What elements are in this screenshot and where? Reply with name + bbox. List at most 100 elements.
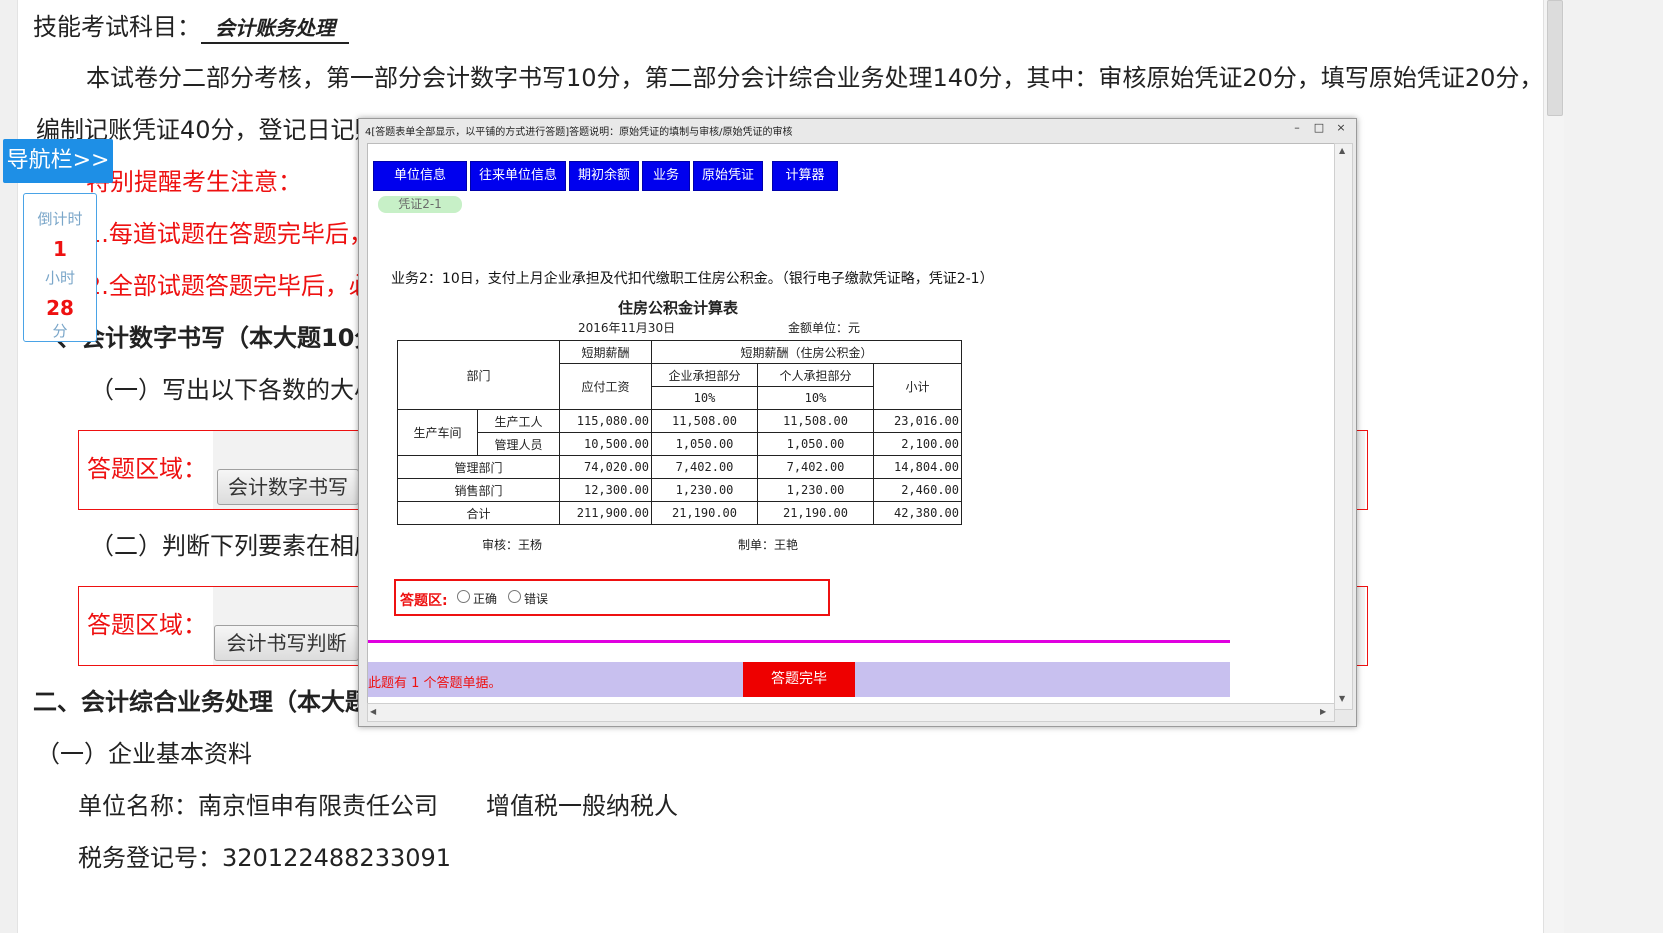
subject-value: 会计账务处理: [201, 16, 349, 44]
tab-unit-info[interactable]: 单位信息: [373, 161, 467, 191]
row-workshop: 生产车间: [397, 409, 478, 456]
cell-dept: 合计: [397, 501, 560, 525]
cell-payable: 115,080.00: [559, 409, 652, 433]
countdown-minutes-unit: 分: [52, 322, 68, 340]
cell-corp: 1,050.00: [651, 432, 758, 456]
tab-partner-info[interactable]: 往来单位信息: [470, 161, 566, 191]
page-scrollbar[interactable]: [1543, 0, 1564, 933]
dialog-footer-bar: 此题有 1 个答题单据。 答题完毕: [368, 662, 1230, 697]
document-count-note: 此题有 1 个答题单据。: [368, 676, 502, 691]
answer-area-2-label: 答题区域：: [87, 611, 207, 639]
countdown-timer: 倒计时 1 小时 28 分: [23, 193, 97, 342]
answer-area-label: 答题区:: [400, 593, 448, 609]
dialog-title: 4[答题表单全部显示，以平铺的方式进行答题]答题说明：原始凭证的填制与审核/原始…: [365, 127, 793, 138]
section-2-subheading: （一）企业基本资料: [36, 740, 252, 768]
section-1-question-2: （二）判断下列要素在相应: [90, 532, 378, 560]
subject-row: 技能考试科目： 会计账务处理: [33, 15, 349, 44]
tab-calculator[interactable]: 计算器: [772, 161, 838, 191]
business-description: 业务2：10日，支付上月企业承担及代扣代缴职工住房公积金。（银行电子缴款凭证略，…: [391, 271, 994, 287]
cell-personal: 1,050.00: [757, 432, 874, 456]
scroll-right-icon[interactable]: ▶: [1320, 707, 1326, 716]
header-corp-rate: 10%: [651, 386, 758, 410]
cell-subtotal: 2,100.00: [873, 432, 962, 456]
cell-payable: 12,300.00: [559, 478, 652, 502]
countdown-label: 倒计时: [37, 210, 83, 228]
cell-personal: 21,190.00: [757, 501, 874, 525]
header-personal-rate: 10%: [757, 386, 874, 410]
voucher-tag[interactable]: 凭证2-1: [378, 196, 462, 213]
table-row: 管理部门 74,020.00 7,402.00 7,402.00 14,804.…: [397, 455, 962, 479]
cell-dept: 销售部门: [397, 478, 560, 502]
header-personal: 个人承担部分: [757, 363, 874, 387]
table-row: 生产车间 生产工人 115,080.00 11,508.00 11,508.00…: [397, 409, 962, 456]
cell-personal: 7,402.00: [757, 455, 874, 479]
header-payable: 应付工资: [559, 363, 652, 410]
page-scrollbar-thumb[interactable]: [1547, 0, 1563, 116]
radio-correct[interactable]: [457, 590, 470, 603]
dialog-vertical-scrollbar[interactable]: ▲ ▼: [1334, 143, 1353, 710]
countdown-hours: 1: [53, 237, 67, 261]
finish-answer-button[interactable]: 答题完毕: [743, 662, 855, 697]
cell-payable: 74,020.00: [559, 455, 652, 479]
cell-corp: 1,230.00: [651, 478, 758, 502]
intro-line-1: 本试卷分二部分考核，第一部分会计数字书写10分，第二部分会计综合业务处理140分…: [86, 64, 1544, 92]
maximize-icon[interactable]: □: [1311, 121, 1327, 134]
answer-dialog: 4[答题表单全部显示，以平铺的方式进行答题]答题说明：原始凭证的填制与审核/原始…: [358, 118, 1357, 727]
close-icon[interactable]: ×: [1333, 121, 1349, 134]
radio-correct-label[interactable]: 正确: [473, 590, 497, 607]
cell-corp: 21,190.00: [651, 501, 758, 525]
header-subtotal: 小计: [873, 363, 962, 410]
tab-business[interactable]: 业务: [642, 161, 690, 191]
notice-item-1: 1.每道试题在答题完毕后，: [86, 220, 373, 248]
header-department: 部门: [397, 340, 560, 410]
answer-area: 答题区: 正确 错误: [394, 579, 830, 616]
countdown-hours-unit: 小时: [44, 269, 75, 287]
dialog-content: 单位信息 往来单位信息 期初余额 业务 原始凭证 计算器 凭证2-1 业务2：1…: [367, 143, 1335, 710]
housing-fund-table: 部门 短期薪酬 短期薪酬（住房公积金） 应付工资 企业承担部分 个人承担部分 小…: [397, 340, 962, 525]
cell-subtotal: 23,016.00: [873, 409, 962, 433]
table-row: 管理人员 10,500.00 1,050.00 1,050.00 2,100.0…: [398, 432, 962, 456]
cell-personal: 11,508.00: [757, 409, 874, 433]
tab-original-voucher[interactable]: 原始凭证: [693, 161, 763, 191]
table-title: 住房公积金计算表: [617, 299, 738, 317]
scroll-down-icon[interactable]: ▼: [1339, 694, 1345, 703]
cell-corp: 7,402.00: [651, 455, 758, 479]
cell-subtotal: 2,460.00: [873, 478, 962, 502]
radio-wrong[interactable]: [508, 590, 521, 603]
scroll-up-icon[interactable]: ▲: [1339, 146, 1345, 155]
dialog-horizontal-scrollbar[interactable]: ◀ ▶: [367, 703, 1335, 722]
radio-wrong-label[interactable]: 错误: [524, 590, 548, 607]
header-short-pay: 短期薪酬: [559, 340, 652, 364]
company-info: 单位名称：南京恒申有限责任公司 增值税一般纳税人: [78, 792, 678, 820]
tab-opening-balance[interactable]: 期初余额: [569, 161, 639, 191]
header-short-pay-hpf: 短期薪酬（住房公积金）: [651, 340, 962, 364]
table-row: 合计 211,900.00 21,190.00 21,190.00 42,380…: [397, 501, 962, 525]
right-margin-strip: [1563, 0, 1663, 933]
answer-area-1-label: 答题区域：: [87, 455, 207, 483]
notice-title: 特别提醒考生注意：: [86, 168, 302, 196]
cell-subtotal: 14,804.00: [873, 455, 962, 479]
section-divider: [368, 640, 1230, 643]
cell-subtotal: 42,380.00: [873, 501, 962, 525]
cell-corp: 11,508.00: [651, 409, 758, 433]
cell-dept: 管理部门: [397, 455, 560, 479]
writing-judgment-button[interactable]: 会计书写判断: [214, 625, 359, 661]
cell-dept: 管理人员: [477, 432, 560, 456]
nav-toggle-button[interactable]: 导航栏>>: [3, 139, 113, 183]
maker-signature: 制单：王艳: [738, 538, 799, 552]
reviewer-signature: 审核：王杨: [482, 538, 543, 552]
cell-payable: 10,500.00: [559, 432, 652, 456]
section-2-heading: 二、会计综合业务处理（本大题: [33, 688, 369, 716]
cell-personal: 1,230.00: [757, 478, 874, 502]
tax-registration: 税务登记号：320122488233091: [78, 844, 452, 872]
notice-item-2: 2.全部试题答题完毕后，必: [86, 272, 373, 300]
cell-dept: 生产工人: [477, 409, 560, 433]
countdown-minutes: 28: [46, 296, 74, 320]
digit-writing-button[interactable]: 会计数字书写: [217, 469, 359, 505]
table-date: 2016年11月30日: [578, 321, 676, 335]
table-row: 销售部门 12,300.00 1,230.00 1,230.00 2,460.0…: [397, 478, 962, 502]
minimize-icon[interactable]: –: [1289, 121, 1305, 134]
header-corp: 企业承担部分: [651, 363, 758, 387]
scroll-left-icon[interactable]: ◀: [370, 707, 376, 716]
cell-payable: 211,900.00: [559, 501, 652, 525]
